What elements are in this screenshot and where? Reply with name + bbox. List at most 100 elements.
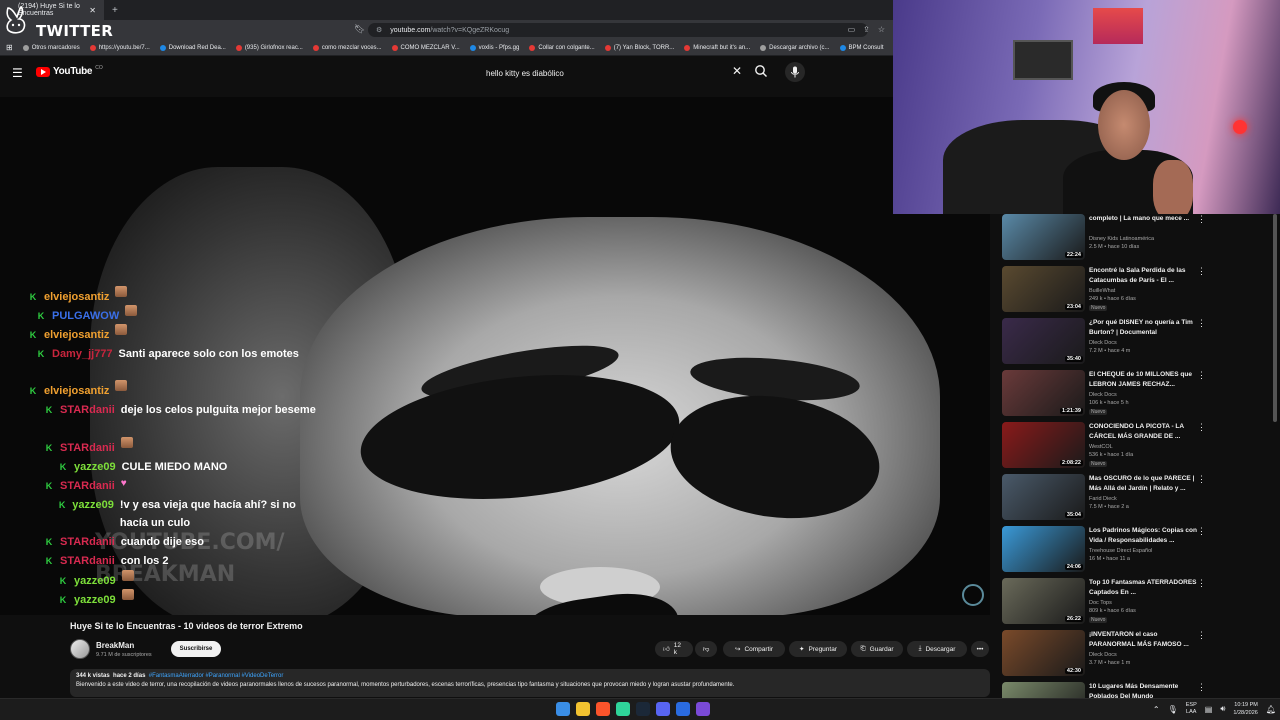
youtube-logo[interactable]: YouTube CO: [36, 65, 103, 77]
subscribe-button[interactable]: Suscribirse: [171, 641, 221, 657]
more-options-icon[interactable]: ⋮: [1197, 266, 1206, 277]
video-title[interactable]: Mas OSCURO de lo que PARECE | Más Allá d…: [1089, 474, 1199, 494]
address-bar[interactable]: ⚙︎ youtube.com/watch?v=KQgeZRKocug: [368, 23, 868, 37]
bookmark-item[interactable]: voxlis - Pfps.gg: [469, 44, 519, 51]
video-title[interactable]: 10 Lugares Más Densamente Poblados Del M…: [1089, 682, 1199, 698]
more-options-icon[interactable]: ⋮: [1197, 422, 1206, 433]
screenshot-icon[interactable]: ▭: [848, 25, 856, 34]
video-title[interactable]: completo | La mano que mece ...: [1089, 214, 1199, 224]
video-thumbnail[interactable]: 24:06: [1002, 526, 1085, 572]
channel-name[interactable]: WestCOL: [1089, 444, 1199, 450]
recommendation-item[interactable]: 1:21:39 El CHEQUE de 10 MILLONES que LEBR…: [1002, 370, 1272, 422]
search-input[interactable]: hello kitty es diabólico: [476, 62, 748, 84]
bookmark-item[interactable]: BPM Consult: [839, 44, 884, 51]
file-explorer-icon[interactable]: [576, 702, 590, 716]
bookmark-item[interactable]: como mezclar voces...: [312, 44, 382, 51]
ask-button[interactable]: ✦ Preguntar: [789, 641, 847, 657]
windows-start-icon[interactable]: [556, 702, 570, 716]
bookmark-item[interactable]: Collar con colgante...: [529, 44, 595, 51]
video-title[interactable]: Top 10 Fantasmas ATERRADORES Captados En…: [1089, 578, 1199, 598]
dislike-button[interactable]: 👎︎: [695, 641, 717, 657]
more-options-icon[interactable]: ⋮: [1197, 370, 1206, 381]
obs-icon[interactable]: [696, 702, 710, 716]
search-icon[interactable]: [754, 64, 768, 78]
bookmark-item[interactable]: https://youtu.be/7...: [89, 44, 150, 51]
more-options-icon[interactable]: ⋮: [1197, 318, 1206, 329]
download-button[interactable]: ⤓ Descargar: [907, 641, 967, 657]
more-options-icon[interactable]: ⋮: [1197, 526, 1206, 537]
video-title[interactable]: El CHEQUE de 10 MILLONES que LEBRON JAME…: [1089, 370, 1199, 390]
video-thumbnail[interactable]: 2:08:22: [1002, 422, 1085, 468]
volume-icon[interactable]: 🔊︎: [1220, 704, 1225, 714]
video-thumbnail[interactable]: 42:30: [1002, 630, 1085, 676]
video-thumbnail[interactable]: 35:04: [1002, 474, 1085, 520]
channel-name[interactable]: Dleck Docs: [1089, 340, 1199, 346]
channel-watermark-icon[interactable]: [962, 584, 984, 606]
channel-name[interactable]: Dleck Docs: [1089, 652, 1199, 658]
app-icon[interactable]: [676, 702, 690, 716]
avatar[interactable]: [70, 639, 90, 659]
channel-name[interactable]: Dleck Docs: [1089, 392, 1199, 398]
brave-browser-icon[interactable]: [596, 702, 610, 716]
bookmark-item[interactable]: Otros marcadores: [22, 44, 80, 51]
video-thumbnail[interactable]: 22:24: [1002, 214, 1085, 260]
video-thumbnail[interactable]: 23:04: [1002, 266, 1085, 312]
clock[interactable]: 10:19 PM 1/28/2026: [1233, 701, 1257, 717]
more-options-icon[interactable]: ⋮: [1197, 578, 1206, 589]
scrollbar[interactable]: [1273, 214, 1277, 422]
video-thumbnail[interactable]: 26:22: [1002, 578, 1085, 624]
more-options-icon[interactable]: ⋮: [1197, 682, 1206, 693]
bookmark-item[interactable]: COMO MEZCLAR V...: [391, 44, 460, 51]
app-icon[interactable]: [616, 702, 630, 716]
menu-icon[interactable]: ☰: [12, 66, 23, 80]
more-options-icon[interactable]: ⋮: [1197, 214, 1206, 225]
recommendation-item[interactable]: 42:30 ¡INVENTARON el caso PARANORMAL MÁS …: [1002, 630, 1272, 682]
bookmark-item[interactable]: (7) Yan Block, TORR...: [604, 44, 674, 51]
clear-search-icon[interactable]: ✕: [732, 64, 742, 78]
recommendation-item[interactable]: 26:22 Top 10 Fantasmas ATERRADORES Captad…: [1002, 578, 1272, 630]
recommendation-item[interactable]: 22:24 completo | La mano que mece ... Disn…: [1002, 214, 1272, 266]
notifications-icon[interactable]: 🔔︎: [1266, 705, 1276, 714]
video-title[interactable]: ¡INVENTARON el caso PARANORMAL MÁS FAMOS…: [1089, 630, 1199, 650]
more-options-icon[interactable]: ⋮: [1197, 474, 1206, 485]
star-icon[interactable]: ☆: [878, 25, 885, 34]
video-thumbnail[interactable]: 35:40: [1002, 318, 1085, 364]
site-info-icon[interactable]: ⚙︎: [376, 26, 382, 34]
description-box[interactable]: 344 k vistas hace 2 días #FantasmaAterra…: [70, 669, 990, 697]
video-title[interactable]: Encontré la Sala Perdida de las Catacumb…: [1089, 266, 1199, 286]
recommendation-item[interactable]: 35:40 ¿Por qué DISNEY no quería a Tim Bur…: [1002, 318, 1272, 370]
share-button[interactable]: ↪ Compartir: [723, 641, 785, 657]
description-tags[interactable]: #FantasmaAterrador #Paranormal #VideoDeT…: [149, 673, 284, 679]
voice-search-icon[interactable]: [785, 62, 805, 82]
language-indicator[interactable]: ESP LAA: [1186, 702, 1197, 716]
channel-name[interactable]: Disney Kids Latinoamérica: [1089, 236, 1199, 242]
share-icon[interactable]: ⇪: [863, 25, 870, 34]
recommendation-item[interactable]: 35:04 Mas OSCURO de lo que PARECE | Más A…: [1002, 474, 1272, 526]
recommendation-item[interactable]: 23:04 Encontré la Sala Perdida de las Cat…: [1002, 266, 1272, 318]
network-icon[interactable]: ▤: [1205, 705, 1213, 714]
video-title[interactable]: ¿Por qué DISNEY no quería a Tim Burton? …: [1089, 318, 1199, 338]
more-options-icon[interactable]: ⋮: [1197, 630, 1206, 641]
bookmark-item[interactable]: Minecraft but it's an...: [684, 44, 750, 51]
apps-icon[interactable]: ⊞: [6, 43, 13, 52]
bookmark-item[interactable]: (935) Girlofnox reac...: [235, 44, 303, 51]
video-title[interactable]: Los Padrinos Mágicos: Copias con Vida / …: [1089, 526, 1199, 546]
like-button[interactable]: 👍︎ 12 k: [655, 641, 693, 657]
steam-icon[interactable]: [636, 702, 650, 716]
bookmark-item[interactable]: Descargar archivo (c...: [760, 44, 830, 51]
recommendation-item[interactable]: 10 Lugares Más Densamente Poblados Del M…: [1002, 682, 1272, 698]
channel-name[interactable]: Farid Dieck: [1089, 496, 1199, 502]
recommendation-item[interactable]: 24:06 Los Padrinos Mágicos: Copias con Vi…: [1002, 526, 1272, 578]
discord-icon[interactable]: [656, 702, 670, 716]
video-thumbnail[interactable]: 1:21:39: [1002, 370, 1085, 416]
save-button[interactable]: ⎗ Guardar: [851, 641, 903, 657]
bookmark-item[interactable]: Download Red Dea...: [159, 44, 226, 51]
video-title[interactable]: CONOCIENDO LA PICOTA - LA CÁRCEL MÁS GRA…: [1089, 422, 1199, 442]
channel-name[interactable]: Treehouse Direct Español: [1089, 548, 1199, 554]
channel-name[interactable]: BuilleWhat: [1089, 288, 1199, 294]
recommendation-item[interactable]: 2:08:22 CONOCIENDO LA PICOTA - LA CÁRCEL …: [1002, 422, 1272, 474]
microphone-icon[interactable]: 🎙︎: [1168, 705, 1178, 714]
channel-name[interactable]: BreakMan: [96, 641, 134, 650]
more-actions-button[interactable]: •••: [971, 641, 989, 657]
chevron-up-icon[interactable]: ⌃: [1153, 705, 1160, 714]
